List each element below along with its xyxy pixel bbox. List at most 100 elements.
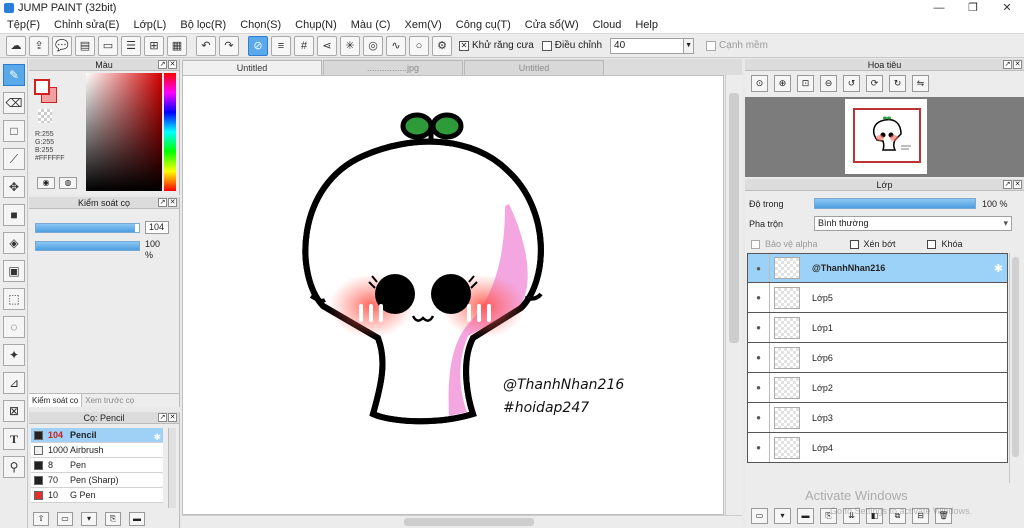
brush-row[interactable]: 70 Pen (Sharp)	[31, 473, 163, 488]
redo-icon[interactable]: ↷	[219, 35, 239, 56]
list-icon[interactable]: ☰	[121, 35, 141, 56]
brush-menu-icon[interactable]: ▾	[81, 512, 97, 526]
canvas-horizontal-scrollbar[interactable]	[182, 515, 742, 528]
radial-icon[interactable]: ✳	[340, 35, 360, 56]
brush-list-scrollbar[interactable]	[168, 428, 176, 508]
pen-tool-icon[interactable]: ✎	[3, 64, 25, 86]
layer-row[interactable]: ● Lớp6	[747, 343, 1008, 373]
undock-icon[interactable]: ↗	[158, 198, 167, 207]
brush-settings-icon[interactable]: ✱	[153, 432, 161, 443]
menu-capture[interactable]: Chụp(N)	[288, 19, 344, 31]
rotate-right-icon[interactable]: ↻	[889, 75, 906, 92]
visibility-eye-icon[interactable]: ●	[748, 373, 770, 402]
adjust-checkbox[interactable]	[541, 40, 552, 51]
layer-settings-icon[interactable]: ✱	[994, 262, 1003, 275]
layer-list-scrollbar[interactable]	[1009, 253, 1021, 483]
panel-close-icon[interactable]: ✕	[1013, 180, 1022, 189]
menu-filter[interactable]: Bộ lọc(R)	[173, 19, 233, 31]
protect-alpha-toggle[interactable]: Bảo vệ alpha	[751, 239, 818, 249]
minimize-button[interactable]: —	[922, 0, 956, 16]
actual-size-icon[interactable]: ⊡	[797, 75, 814, 92]
menu-select[interactable]: Chọn(S)	[233, 19, 288, 31]
tab-document-3[interactable]: Untitled	[464, 60, 604, 75]
brush-folder-icon[interactable]: ▬	[129, 512, 145, 526]
tab-document-1[interactable]: Untitled	[182, 60, 322, 75]
visibility-eye-icon[interactable]: ●	[748, 254, 770, 282]
tab-document-2[interactable]: ................jpg	[323, 60, 463, 75]
brush-opacity-slider[interactable]	[35, 240, 140, 251]
eyedropper-tool-icon[interactable]: ⚲	[3, 456, 25, 478]
undock-icon[interactable]: ↗	[158, 60, 167, 69]
clipping-toggle[interactable]: Xén bớt	[849, 239, 895, 249]
panel-close-icon[interactable]: ✕	[168, 198, 177, 207]
menu-edit[interactable]: Chỉnh sửa(E)	[47, 19, 126, 31]
navigator-preview[interactable]	[745, 97, 1024, 177]
hue-slider[interactable]	[164, 73, 176, 191]
brush-size-slider[interactable]	[35, 222, 140, 233]
visibility-eye-icon[interactable]: ●	[748, 433, 770, 462]
new-brush-icon[interactable]: ▭	[57, 512, 73, 526]
new-layer-icon[interactable]: ▭	[751, 508, 768, 524]
visibility-eye-icon[interactable]: ●	[748, 313, 770, 342]
message-icon[interactable]: ▤	[75, 35, 95, 56]
brush-size-input[interactable]: 104	[145, 221, 169, 234]
brush-row[interactable]: 8 Pen	[31, 458, 163, 473]
snap-settings-icon[interactable]: ⚙	[432, 35, 452, 56]
brush-copy-icon[interactable]: ⎘	[105, 512, 121, 526]
snap-off-icon[interactable]: ⊘	[248, 35, 268, 56]
new-folder-icon[interactable]: ▬	[797, 508, 814, 524]
marquee-tool-icon[interactable]: ⬚	[3, 288, 25, 310]
magic-wand-tool-icon[interactable]: ✦	[3, 344, 25, 366]
flip-icon[interactable]: ⇋	[912, 75, 929, 92]
menu-help[interactable]: Help	[628, 19, 665, 31]
menu-color[interactable]: Màu (C)	[344, 19, 398, 31]
blend-mode-select[interactable]: Bình thường	[814, 216, 1012, 231]
soft-edge-checkbox[interactable]	[706, 40, 717, 51]
maximize-button[interactable]: ❐	[956, 0, 990, 16]
layer-opacity-slider[interactable]	[814, 198, 976, 209]
menu-layer[interactable]: Lớp(L)	[126, 19, 173, 31]
lock-toggle[interactable]: Khóa	[927, 239, 963, 249]
drawing-canvas[interactable]: @ThanhNhan216 #hoidap247	[182, 75, 724, 515]
undock-icon[interactable]: ↗	[1003, 180, 1012, 189]
menu-tools[interactable]: Công cụ(T)	[449, 19, 518, 31]
layer-row[interactable]: ● Lớp2	[747, 373, 1008, 403]
undock-icon[interactable]: ↗	[158, 413, 167, 422]
rectangle-tool-icon[interactable]: □	[3, 120, 25, 142]
circle-icon[interactable]: ○	[409, 35, 429, 56]
zoom-fit-icon[interactable]: ⊙	[751, 75, 768, 92]
visibility-eye-icon[interactable]: ●	[748, 343, 770, 372]
lasso-tool-icon[interactable]: ◌	[3, 316, 25, 338]
menu-view[interactable]: Xem(V)	[397, 19, 448, 31]
zoom-in-icon[interactable]: ⊕	[774, 75, 791, 92]
cloud-icon[interactable]: ☁	[6, 35, 26, 56]
panel-close-icon[interactable]: ✕	[1013, 60, 1022, 69]
layer-row[interactable]: ● Lớp3	[747, 403, 1008, 433]
grid-icon[interactable]: #	[294, 35, 314, 56]
concentric-icon[interactable]: ◎	[363, 35, 383, 56]
rotate-reset-icon[interactable]: ⟳	[866, 75, 883, 92]
saturation-value-picker[interactable]	[86, 73, 162, 191]
transparent-color-swatch[interactable]	[38, 109, 52, 123]
foreground-color-swatch[interactable]	[34, 79, 50, 95]
adjust-dropdown[interactable]: ▼	[684, 37, 695, 54]
layer-row[interactable]: ● @ThanhNhan216 ✱	[747, 253, 1008, 283]
brush-row[interactable]: 1000 Airbrush	[31, 443, 163, 458]
selection-pen-tool-icon[interactable]: ⊿	[3, 372, 25, 394]
palette-icon[interactable]: ◉	[37, 177, 55, 189]
bucket-tool-icon[interactable]: ◈	[3, 232, 25, 254]
protect-alpha-checkbox[interactable]	[751, 239, 760, 249]
vanishing-point-icon[interactable]: ⋖	[317, 35, 337, 56]
tab-brush-preview[interactable]: Xem trước cọ	[82, 394, 137, 407]
line-tool-icon[interactable]: ⟋	[3, 148, 25, 170]
brush-row[interactable]: 10 G Pen	[31, 488, 163, 503]
move-tool-icon[interactable]: ✥	[3, 176, 25, 198]
parallel-lines-icon[interactable]: ≡	[271, 35, 291, 56]
visibility-eye-icon[interactable]: ●	[748, 403, 770, 432]
comment-icon[interactable]: 💬	[52, 35, 72, 56]
panel-close-icon[interactable]: ✕	[168, 60, 177, 69]
layer-options-icon[interactable]: ▾	[774, 508, 791, 524]
selection-eraser-tool-icon[interactable]: ⊠	[3, 400, 25, 422]
undock-icon[interactable]: ↗	[1003, 60, 1012, 69]
layout-icon[interactable]: ⊞	[144, 35, 164, 56]
